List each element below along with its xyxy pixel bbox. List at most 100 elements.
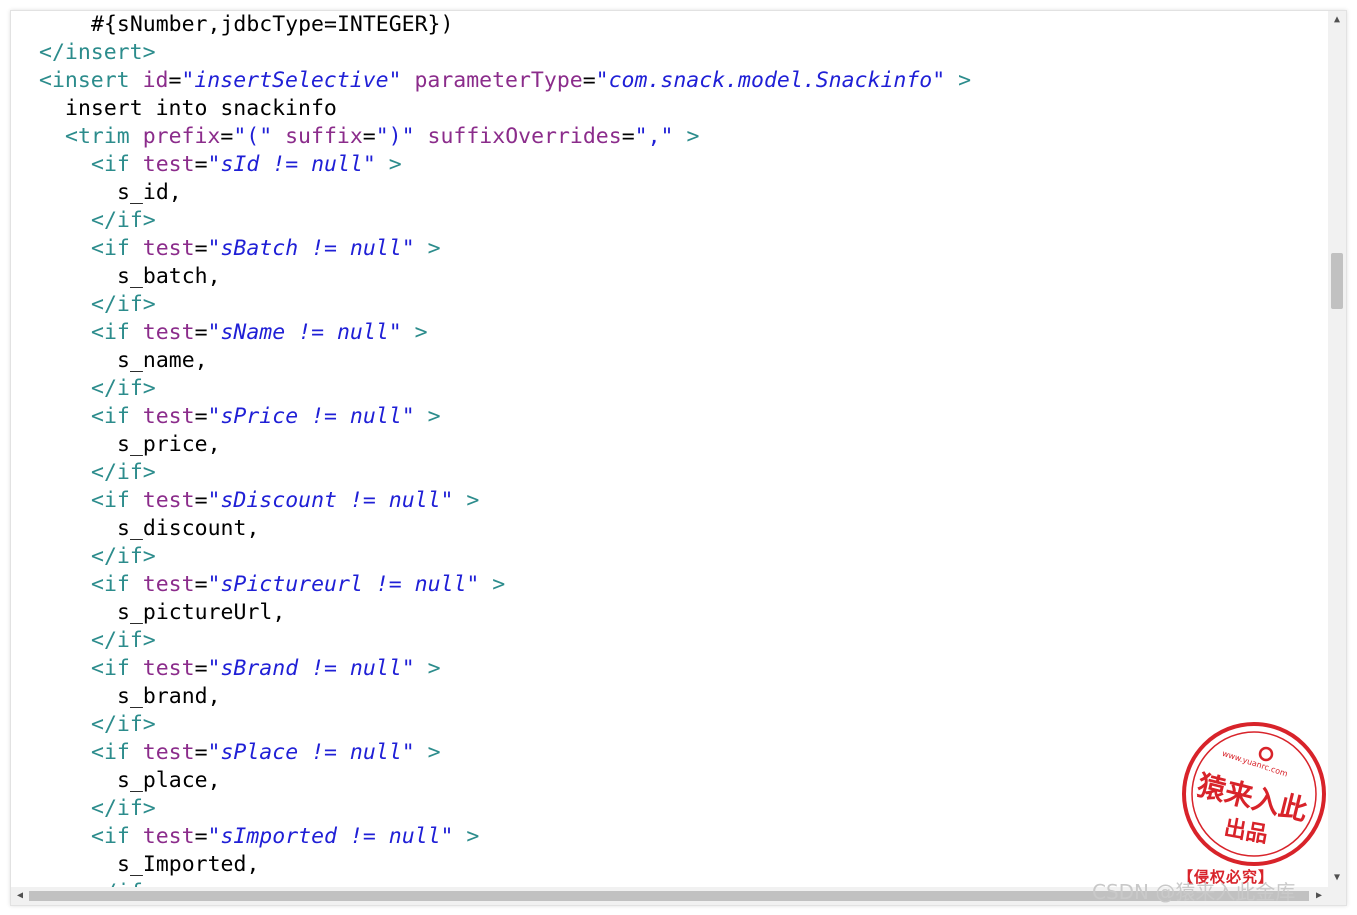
code-line: <if test="sBatch != null" > bbox=[91, 236, 441, 261]
vertical-scroll-thumb[interactable] bbox=[1331, 253, 1343, 309]
xml-viewer-window: #{sNumber,jdbcType=INTEGER}) </insert> <in… bbox=[10, 10, 1347, 906]
tag-name: if bbox=[103, 740, 130, 765]
tag-bracket: </ bbox=[91, 544, 117, 569]
tag-name: if bbox=[116, 460, 143, 485]
tag-name: if bbox=[116, 712, 143, 737]
tag-bracket: </ bbox=[91, 208, 117, 233]
attribute-value: "insertSelective" bbox=[181, 68, 402, 93]
tag-bracket: < bbox=[91, 404, 104, 429]
tag-bracket: </ bbox=[91, 376, 117, 401]
tag-name: trim bbox=[77, 124, 130, 149]
tag-bracket: < bbox=[65, 124, 78, 149]
attribute-value: "sDiscount != null" bbox=[207, 488, 454, 513]
attribute-value: "sImported != null" bbox=[207, 824, 454, 849]
code-line: s_price, bbox=[117, 431, 221, 459]
tag-bracket: < bbox=[91, 152, 104, 177]
attribute-name: id bbox=[142, 68, 169, 93]
attribute-name: test bbox=[142, 404, 195, 429]
tag-name: if bbox=[103, 656, 130, 681]
tag-bracket: > bbox=[143, 880, 156, 887]
tag-bracket: </ bbox=[91, 712, 117, 737]
attribute-name: suffixOverrides bbox=[427, 124, 622, 149]
tag-bracket: > bbox=[414, 404, 441, 429]
code-line: <trim prefix="(" suffix=")" suffixOverri… bbox=[65, 124, 700, 149]
code-line: <if test="sPlace != null" > bbox=[91, 740, 441, 765]
tag-bracket: < bbox=[39, 68, 52, 93]
attribute-name: test bbox=[142, 824, 195, 849]
tag-bracket: < bbox=[91, 824, 104, 849]
code-text: insert into snackinfo bbox=[65, 96, 337, 121]
code-line: s_brand, bbox=[117, 683, 221, 711]
code-line: </if> bbox=[91, 375, 156, 403]
code-line: <if test="sPrice != null" > bbox=[91, 404, 441, 429]
code-line: <if test="sId != null" > bbox=[91, 152, 402, 177]
code-line: <if test="sBrand != null" > bbox=[91, 656, 441, 681]
code-text: s_batch, bbox=[117, 264, 221, 289]
code-line: s_batch, bbox=[117, 263, 221, 291]
tag-bracket: > bbox=[414, 656, 441, 681]
tag-bracket: </ bbox=[91, 880, 117, 887]
attribute-value: "," bbox=[634, 124, 674, 149]
attribute-value: "(" bbox=[233, 124, 273, 149]
code-line: s_id, bbox=[117, 179, 182, 207]
tag-bracket: > bbox=[142, 628, 156, 653]
code-line: <if test="sName != null" > bbox=[91, 320, 428, 345]
vertical-scrollbar[interactable]: ▲ ▼ bbox=[1328, 11, 1346, 887]
tag-name: if bbox=[103, 236, 130, 261]
scroll-right-arrow-icon[interactable]: ▶ bbox=[1310, 887, 1328, 905]
tag-name: if bbox=[116, 376, 143, 401]
code-text: s_id, bbox=[117, 180, 182, 205]
tag-bracket: > bbox=[142, 712, 156, 737]
attribute-value: "sPlace != null" bbox=[207, 740, 415, 765]
code-text: s_pictureUrl, bbox=[117, 600, 286, 625]
tag-bracket: > bbox=[142, 208, 156, 233]
attribute-name: test bbox=[142, 656, 195, 681]
tag-name: if bbox=[116, 796, 143, 821]
tag-name: if bbox=[103, 572, 130, 597]
scroll-up-arrow-icon[interactable]: ▲ bbox=[1328, 11, 1346, 29]
tag-bracket: </ bbox=[91, 628, 117, 653]
code-text: s_discount, bbox=[117, 516, 260, 541]
attribute-name: parameterType bbox=[414, 68, 583, 93]
attribute-value: "sPictureurl != null" bbox=[207, 572, 480, 597]
stamp-logo-icon: www.yuanrc.com 猿来入此 出品 bbox=[1182, 722, 1326, 866]
tag-bracket: < bbox=[91, 740, 104, 765]
tag-name: if bbox=[117, 880, 143, 887]
scroll-down-arrow-icon[interactable]: ▼ bbox=[1328, 869, 1346, 887]
tag-name: if bbox=[116, 292, 143, 317]
scrollbar-corner bbox=[1328, 887, 1346, 905]
code-line: </if> bbox=[91, 459, 156, 487]
code-line: <if test="sImported != null" > bbox=[91, 824, 480, 849]
tag-name: if bbox=[103, 404, 130, 429]
code-line: s_Imported, bbox=[117, 851, 259, 879]
attribute-name: test bbox=[142, 572, 195, 597]
attribute-value: "sPrice != null" bbox=[207, 404, 415, 429]
tag-bracket: < bbox=[91, 320, 104, 345]
tag-name: if bbox=[116, 628, 143, 653]
code-text: s_brand, bbox=[117, 684, 221, 709]
code-line: s_name, bbox=[117, 347, 208, 375]
tag-name: if bbox=[116, 208, 143, 233]
attribute-name: test bbox=[142, 488, 195, 513]
attribute-name: test bbox=[142, 740, 195, 765]
code-line: </if> bbox=[91, 627, 156, 655]
tag-name: if bbox=[103, 320, 130, 345]
tag-bracket: > bbox=[479, 572, 506, 597]
tag-bracket: > bbox=[673, 124, 700, 149]
tag-bracket: > bbox=[401, 320, 428, 345]
attribute-value: "sBrand != null" bbox=[207, 656, 415, 681]
tag-bracket: < bbox=[91, 488, 104, 513]
tag-bracket: > bbox=[142, 460, 156, 485]
attribute-name: test bbox=[142, 152, 195, 177]
code-line: s_place, bbox=[117, 767, 221, 795]
code-line: </if> bbox=[91, 207, 156, 235]
tag-bracket: < bbox=[91, 656, 104, 681]
code-view: #{sNumber,jdbcType=INTEGER}) </insert> <in… bbox=[11, 11, 1328, 887]
code-line: </if> bbox=[91, 795, 156, 823]
code-line: <if test="sDiscount != null" > bbox=[91, 488, 480, 513]
csdn-watermark: CSDN @猿来入此金库 bbox=[1092, 880, 1296, 904]
tag-bracket: </ bbox=[91, 460, 117, 485]
scroll-left-arrow-icon[interactable]: ◀ bbox=[11, 887, 29, 905]
tag-bracket: </ bbox=[91, 796, 117, 821]
code-text: s_price, bbox=[117, 432, 221, 457]
